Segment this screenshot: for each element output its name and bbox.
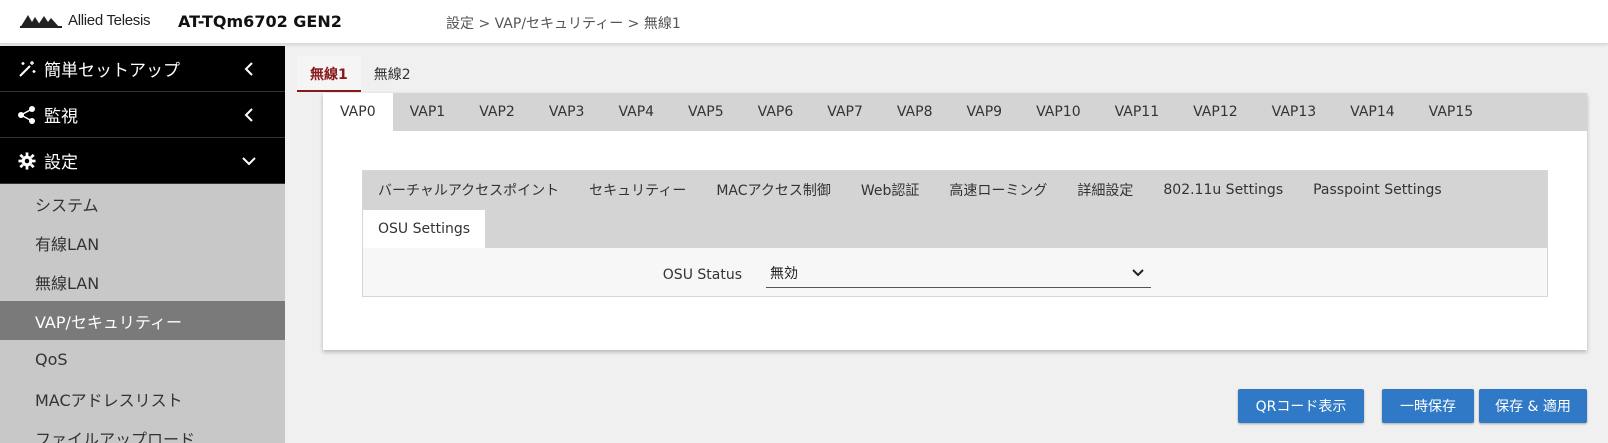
tab-mac-access-control[interactable]: MACアクセス制御 bbox=[701, 171, 846, 209]
sidebar-section-label: 監視 bbox=[44, 107, 78, 127]
sidebar-item-file-upload[interactable]: ファイルアップロード bbox=[0, 418, 285, 443]
tab-vap8[interactable]: VAP8 bbox=[880, 93, 950, 131]
tab-vap12[interactable]: VAP12 bbox=[1176, 93, 1255, 131]
osu-status-label: OSU Status bbox=[662, 267, 742, 283]
device-model: AT-TQm6702 GEN2 bbox=[178, 12, 342, 31]
tab-vap5[interactable]: VAP5 bbox=[671, 93, 741, 131]
tab-security[interactable]: セキュリティー bbox=[574, 171, 701, 209]
tab-vap7[interactable]: VAP7 bbox=[810, 93, 880, 131]
tab-radio1[interactable]: 無線1 bbox=[297, 56, 361, 92]
save-apply-button[interactable]: 保存 & 適用 bbox=[1479, 389, 1587, 423]
tab-vap0[interactable]: VAP0 bbox=[323, 93, 393, 131]
sidebar-section-monitor[interactable]: 監視 bbox=[0, 92, 285, 138]
tab-virtual-access-point[interactable]: バーチャルアクセスポイント bbox=[363, 171, 574, 209]
allied-telesis-logo-icon bbox=[20, 14, 62, 28]
section-tabs: バーチャルアクセスポイント セキュリティー MACアクセス制御 Web認証 高速… bbox=[363, 171, 1547, 248]
qr-code-button[interactable]: QRコード表示 bbox=[1238, 389, 1364, 423]
temp-save-button[interactable]: 一時保存 bbox=[1382, 389, 1474, 423]
sidebar-item-wireless-lan[interactable]: 無線LAN bbox=[0, 262, 285, 301]
tab-passpoint-settings[interactable]: Passpoint Settings bbox=[1298, 171, 1457, 209]
tab-advanced-settings[interactable]: 詳細設定 bbox=[1062, 171, 1148, 209]
tab-80211u-settings[interactable]: 802.11u Settings bbox=[1148, 171, 1298, 209]
chevron-left-icon bbox=[241, 107, 257, 123]
tab-vap2[interactable]: VAP2 bbox=[462, 93, 532, 131]
breadcrumb: 設定 > VAP/セキュリティー > 無線1 bbox=[446, 16, 681, 32]
top-header: Allied Telesis AT-TQm6702 GEN2 設定 > VAP/… bbox=[0, 0, 1608, 44]
sidebar-section-settings[interactable]: 設定 bbox=[0, 138, 285, 184]
vap-panel: VAP0 VAP1 VAP2 VAP3 VAP4 VAP5 VAP6 VAP7 … bbox=[323, 93, 1587, 350]
tab-vap10[interactable]: VAP10 bbox=[1019, 93, 1098, 131]
tab-osu-settings[interactable]: OSU Settings bbox=[363, 209, 486, 248]
wand-icon bbox=[16, 58, 38, 80]
tab-radio2[interactable]: 無線2 bbox=[361, 56, 424, 92]
chevron-down-icon bbox=[241, 153, 257, 169]
sidebar-item-wired-lan[interactable]: 有線LAN bbox=[0, 223, 285, 262]
security-settings-box: バーチャルアクセスポイント セキュリティー MACアクセス制御 Web認証 高速… bbox=[362, 170, 1548, 297]
tab-vap11[interactable]: VAP11 bbox=[1098, 93, 1177, 131]
tab-vap6[interactable]: VAP6 bbox=[741, 93, 811, 131]
tab-vap1[interactable]: VAP1 bbox=[393, 93, 463, 131]
gear-icon bbox=[16, 150, 38, 172]
brand-logo: Allied Telesis bbox=[20, 12, 151, 29]
tab-fast-roaming[interactable]: 高速ローミング bbox=[934, 171, 1062, 209]
tab-vap15[interactable]: VAP15 bbox=[1412, 93, 1491, 131]
brand-name: Allied Telesis bbox=[68, 12, 151, 29]
tab-web-auth[interactable]: Web認証 bbox=[846, 171, 935, 209]
tab-vap13[interactable]: VAP13 bbox=[1255, 93, 1334, 131]
tab-vap14[interactable]: VAP14 bbox=[1333, 93, 1412, 131]
sidebar-item-mac-address-list[interactable]: MACアドレスリスト bbox=[0, 379, 285, 418]
chevron-left-icon bbox=[241, 61, 257, 77]
sidebar-section-label: 設定 bbox=[44, 153, 78, 173]
sidebar-item-vap-security[interactable]: VAP/セキュリティー bbox=[0, 301, 285, 340]
sidebar: 簡単セットアップ 監視 設定 システム 有線LAN 無線LAN VAP/セキュリ… bbox=[0, 46, 285, 443]
tab-vap3[interactable]: VAP3 bbox=[532, 93, 602, 131]
chevron-down-icon bbox=[1131, 266, 1145, 280]
tab-vap4[interactable]: VAP4 bbox=[601, 93, 671, 131]
sidebar-section-easy-setup[interactable]: 簡単セットアップ bbox=[0, 46, 285, 92]
share-icon bbox=[16, 104, 38, 126]
osu-status-row: OSU Status 無効 bbox=[363, 248, 1547, 296]
sidebar-item-qos[interactable]: QoS bbox=[0, 340, 285, 379]
sidebar-section-label: 簡単セットアップ bbox=[44, 61, 180, 81]
tab-vap9[interactable]: VAP9 bbox=[949, 93, 1019, 131]
osu-status-select[interactable]: 無効 bbox=[766, 260, 1151, 288]
radio-tabs: 無線1 無線2 bbox=[297, 56, 424, 92]
osu-status-value: 無効 bbox=[770, 266, 798, 282]
sidebar-item-system[interactable]: システム bbox=[0, 184, 285, 223]
vap-tabs: VAP0 VAP1 VAP2 VAP3 VAP4 VAP5 VAP6 VAP7 … bbox=[323, 93, 1587, 131]
